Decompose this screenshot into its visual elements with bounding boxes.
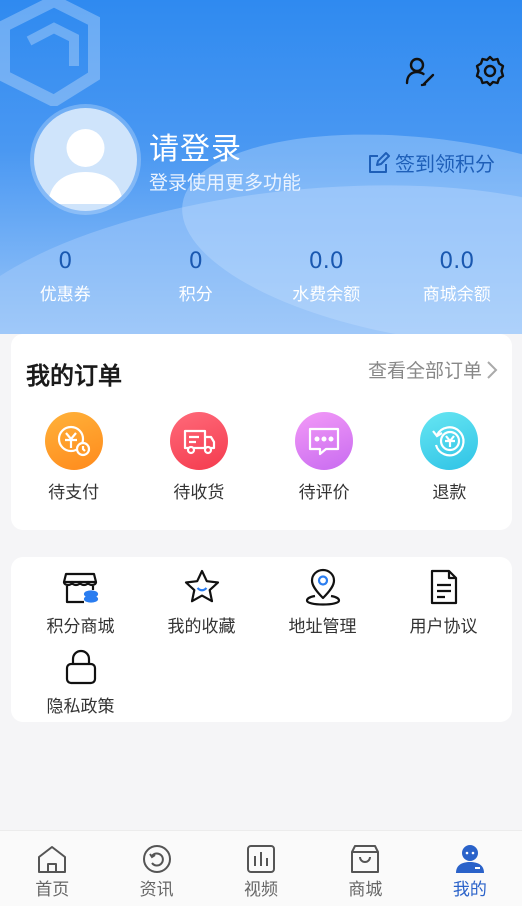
avatar[interactable]: [34, 108, 137, 211]
service-label: 积分商城: [46, 617, 115, 637]
stat-mall-balance[interactable]: 0.0 商城余额: [392, 248, 522, 305]
video-icon: [247, 845, 276, 873]
signin-points-button[interactable]: 签到领积分: [367, 148, 495, 177]
view-all-label: 查看全部订单: [367, 360, 482, 382]
default-user-icon: [48, 129, 123, 204]
payment-icon: [44, 412, 103, 470]
home-icon: [38, 846, 67, 873]
lock-icon: [61, 647, 101, 687]
stat-coupons[interactable]: 0 优惠券: [0, 248, 131, 305]
tab-label: 首页: [35, 880, 70, 900]
location-icon: [303, 567, 343, 607]
tab-video[interactable]: 视频: [209, 831, 313, 906]
order-pending-review[interactable]: 待评价: [262, 412, 387, 503]
services-card: 积分商城 我的收藏 地址管理 用户协议 隐私政策: [11, 557, 512, 722]
refund-icon: [420, 412, 479, 470]
stat-label: 优惠券: [39, 285, 91, 305]
service-user-agreement[interactable]: 用户协议: [383, 567, 504, 647]
tab-mine[interactable]: 我的: [418, 831, 522, 906]
order-label: 待支付: [48, 483, 100, 503]
order-label: 退款: [432, 483, 467, 503]
comment-icon: [295, 412, 354, 470]
tab-news[interactable]: 资讯: [104, 831, 208, 906]
stat-points[interactable]: 0 积分: [131, 248, 262, 305]
chevron-right-icon: [487, 360, 498, 379]
orders-title: 我的订单: [26, 362, 122, 390]
service-label: 我的收藏: [167, 617, 236, 637]
stat-value: 0: [188, 249, 203, 274]
login-title[interactable]: 请登录: [149, 124, 242, 168]
tab-label: 我的: [452, 880, 487, 900]
brand-watermark-icon: [0, 0, 100, 106]
user-edit-icon[interactable]: [402, 53, 438, 89]
truck-icon: [169, 412, 228, 470]
service-label: 隐私政策: [46, 697, 115, 717]
orders-card: 我的订单 查看全部订单 待支付 待收货 待评价 退款: [11, 334, 512, 530]
login-subtitle: 登录使用更多功能: [149, 172, 302, 194]
service-label: 地址管理: [288, 617, 357, 637]
tab-home[interactable]: 首页: [0, 831, 104, 906]
shop-icon: [61, 567, 101, 607]
order-refund[interactable]: 退款: [387, 412, 512, 503]
services-grid: 积分商城 我的收藏 地址管理 用户协议 隐私政策: [20, 567, 504, 727]
stat-water-balance[interactable]: 0.0 水费余额: [261, 248, 392, 305]
tab-label: 视频: [244, 880, 279, 900]
stat-label: 水费余额: [292, 285, 361, 305]
tab-label: 商城: [348, 880, 383, 900]
gear-icon[interactable]: [472, 53, 508, 89]
profile-icon: [455, 845, 484, 873]
profile-header: 请登录 登录使用更多功能 签到领积分 0 优惠券 0 积分 0.0 水费余额 0…: [0, 0, 522, 334]
service-points-mall[interactable]: 积分商城: [20, 567, 141, 647]
stat-value: 0.0: [439, 249, 475, 274]
service-label: 用户协议: [409, 617, 478, 637]
shopping-bag-icon: [351, 845, 380, 873]
stat-label: 积分: [178, 285, 213, 305]
order-pending-receipt[interactable]: 待收货: [136, 412, 261, 503]
document-icon: [424, 567, 464, 607]
stat-value: 0: [58, 249, 73, 274]
order-pending-payment[interactable]: 待支付: [11, 412, 136, 503]
service-favorites[interactable]: 我的收藏: [141, 567, 262, 647]
order-label: 待评价: [298, 483, 350, 503]
star-icon: [182, 567, 222, 607]
stat-value: 0.0: [308, 249, 344, 274]
service-privacy-policy[interactable]: 隐私政策: [20, 647, 141, 727]
news-icon: [142, 845, 171, 873]
order-label: 待收货: [173, 483, 225, 503]
order-status-row: 待支付 待收货 待评价 退款: [11, 412, 512, 503]
bottom-tab-bar: 首页 资讯 视频 商城 我的: [0, 830, 522, 906]
stats-row: 0 优惠券 0 积分 0.0 水费余额 0.0 商城余额: [0, 248, 522, 305]
service-address[interactable]: 地址管理: [262, 567, 383, 647]
view-all-orders-link[interactable]: 查看全部订单: [368, 356, 498, 383]
signin-label: 签到领积分: [395, 152, 495, 176]
tab-mall[interactable]: 商城: [313, 831, 417, 906]
tab-label: 资讯: [139, 880, 174, 900]
stat-label: 商城余额: [422, 285, 491, 305]
edit-icon: [369, 151, 390, 173]
